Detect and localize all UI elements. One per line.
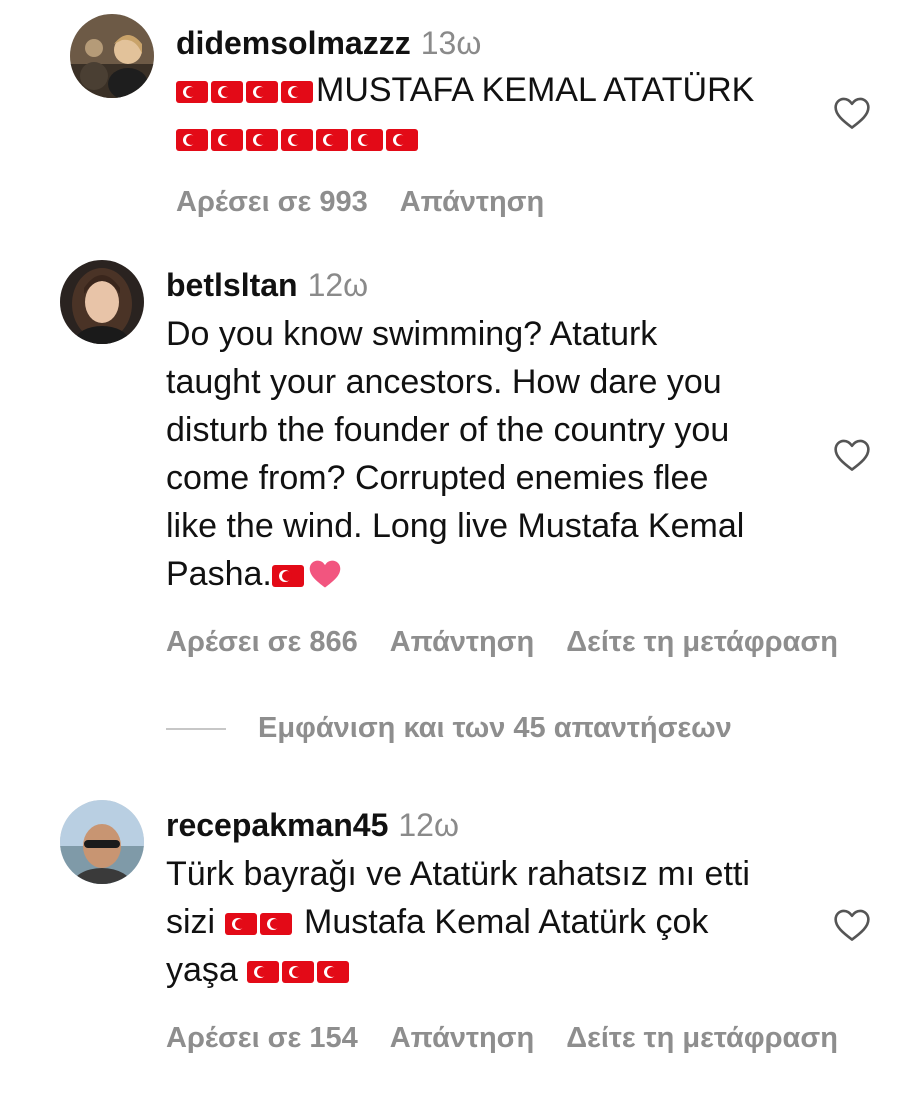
reply-button[interactable]: Απάντηση	[390, 1022, 535, 1054]
comment-header: recepakman45 12ω	[166, 806, 459, 844]
comment-text: MUSTAFA KEMAL ATATÜRK	[176, 66, 754, 162]
like-heart-icon[interactable]	[832, 94, 872, 130]
see-translation-button[interactable]: Δείτε τη μετάφραση	[566, 1022, 838, 1054]
avatar[interactable]	[70, 14, 154, 98]
likes-count[interactable]: Αρέσει σε 866	[166, 626, 358, 658]
reply-button[interactable]: Απάντηση	[390, 626, 535, 658]
username[interactable]: didemsolmazzz	[176, 25, 411, 61]
turkey-flag-icon	[317, 961, 350, 983]
pink-heart-icon	[309, 560, 341, 588]
avatar[interactable]	[60, 800, 144, 884]
comment-line: sizi Mustafa Kemal Atatürk çok	[166, 898, 750, 946]
avatar-photo	[60, 800, 144, 884]
turkey-flag-icon	[247, 961, 280, 983]
comment-line: yaşa	[166, 946, 750, 994]
comment-line: come from? Corrupted enemies flee	[166, 459, 709, 497]
comment-line-text: sizi	[166, 903, 216, 941]
username[interactable]: betlsltan	[166, 267, 298, 303]
like-heart-icon[interactable]	[832, 906, 872, 942]
comment-text: Do you know swimming? Ataturk taught you…	[166, 310, 744, 598]
divider	[166, 728, 226, 731]
turkey-flag-icon	[259, 913, 292, 935]
turkey-flag-icon	[176, 129, 208, 151]
username[interactable]: recepakman45	[166, 807, 388, 843]
turkey-flag-icon	[351, 129, 383, 151]
view-replies-label: Εμφάνιση και των 45 απαντήσεων	[258, 712, 732, 744]
comment-line-text: MUSTAFA KEMAL ATATÜRK	[316, 71, 755, 109]
turkey-flag-icon	[271, 565, 304, 587]
like-heart-icon[interactable]	[832, 436, 872, 472]
comment-header: betlsltan 12ω	[166, 266, 368, 304]
comment-line: taught your ancestors. How dare you	[166, 363, 722, 401]
turkey-flag-icon	[316, 129, 348, 151]
turkey-flag-icon	[282, 961, 315, 983]
likes-count[interactable]: Αρέσει σε 993	[176, 186, 368, 218]
turkey-flag-icon	[281, 129, 313, 151]
avatar-photo	[60, 260, 144, 344]
view-replies-button[interactable]: Εμφάνιση και των 45 απαντήσεων	[166, 712, 732, 745]
comment-line-text: yaşa	[166, 951, 238, 989]
turkey-flag-icon	[281, 81, 313, 103]
comment-actions: Αρέσει σε 866 Απάντηση Δείτε τη μετάφραση	[166, 626, 838, 659]
turkey-flag-icon	[176, 81, 208, 103]
comment-line-text: Pasha.	[166, 555, 272, 593]
turkey-flag-icon	[246, 129, 278, 151]
comment-header: didemsolmazzz 13ω	[176, 24, 481, 62]
likes-count[interactable]: Αρέσει σε 154	[166, 1022, 358, 1054]
turkey-flag-icon	[386, 129, 418, 151]
turkey-flag-icon	[211, 81, 243, 103]
comment: recepakman45 12ω Türk bayrağı ve Atatürk …	[0, 790, 900, 1110]
comment-line: Pasha.	[166, 550, 744, 598]
comment-line-text: Mustafa Kemal Atatürk çok	[304, 903, 709, 941]
turkey-flag-icon	[224, 913, 257, 935]
timestamp: 13ω	[420, 25, 482, 61]
reply-button[interactable]: Απάντηση	[400, 186, 545, 218]
timestamp: 12ω	[307, 267, 369, 303]
comment-line	[176, 114, 754, 162]
turkey-flag-icon	[246, 81, 278, 103]
comment-line: like the wind. Long live Mustafa Kemal	[166, 507, 745, 545]
comment-line: disturb the founder of the country you	[166, 411, 730, 449]
avatar-photo	[70, 14, 154, 98]
comment-line: Türk bayrağı ve Atatürk rahatsız mı etti	[166, 855, 750, 893]
comment-actions: Αρέσει σε 993 Απάντηση	[176, 186, 576, 219]
comment-text: Türk bayrağı ve Atatürk rahatsız mı etti…	[166, 850, 750, 994]
comment: betlsltan 12ω Do you know swimming? Atatu…	[0, 240, 900, 680]
comment: didemsolmazzz 13ω MUSTAFA KEMAL ATATÜRK Α…	[0, 0, 900, 240]
see-translation-button[interactable]: Δείτε τη μετάφραση	[566, 626, 838, 658]
avatar[interactable]	[60, 260, 144, 344]
timestamp: 12ω	[398, 807, 459, 843]
comment-line: Do you know swimming? Ataturk	[166, 315, 658, 353]
comment-line: MUSTAFA KEMAL ATATÜRK	[176, 66, 754, 114]
turkey-flag-icon	[211, 129, 243, 151]
comment-actions: Αρέσει σε 154 Απάντηση Δείτε τη μετάφραση	[166, 1022, 838, 1055]
